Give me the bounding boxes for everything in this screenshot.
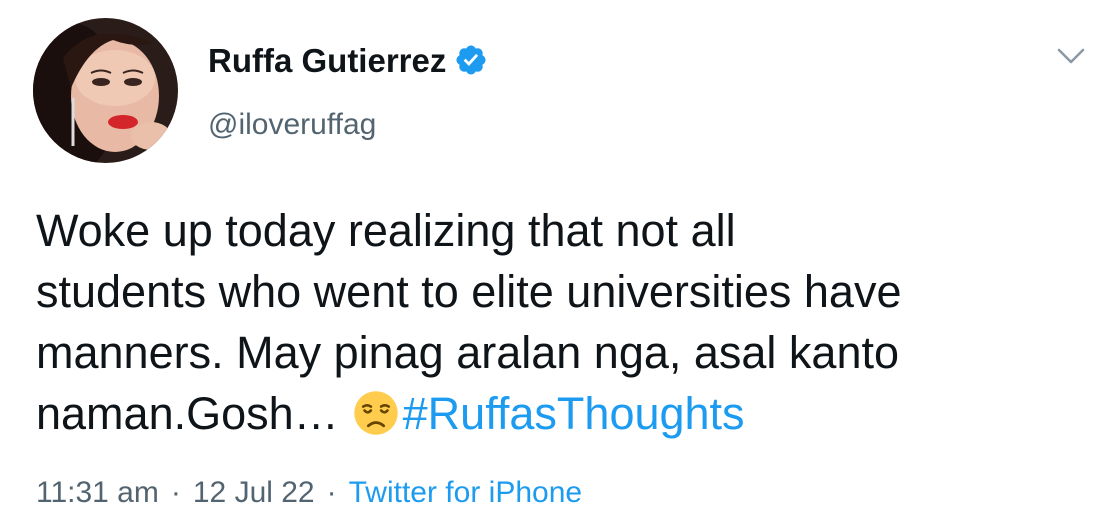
tweet-time[interactable]: 11:31 am bbox=[36, 476, 159, 509]
meta-separator: · bbox=[170, 476, 181, 509]
tweet-metadata: 11:31 am · 12 Jul 22 · Twitter for iPhone bbox=[36, 475, 582, 511]
tweet-text-last-line: naman.Gosh… #RuffasThoughts bbox=[36, 383, 1096, 444]
avatar-image bbox=[33, 18, 178, 163]
verified-badge-icon bbox=[456, 45, 486, 75]
display-name-text: Ruffa Gutierrez bbox=[208, 42, 447, 79]
chevron-down-icon[interactable] bbox=[1056, 45, 1086, 67]
tweet-text-line: students who went to elite universities … bbox=[36, 266, 902, 317]
meta-separator: · bbox=[326, 476, 337, 509]
tweet-source-link[interactable]: Twitter for iPhone bbox=[349, 476, 582, 509]
tweet-text-line: naman.Gosh… bbox=[36, 388, 339, 439]
avatar[interactable] bbox=[33, 18, 178, 163]
tweet-card: Ruffa Gutierrez @iloveruffag Woke up tod… bbox=[0, 0, 1120, 527]
disappointed-face-emoji-icon bbox=[353, 391, 398, 435]
tweet-date[interactable]: 12 Jul 22 bbox=[193, 476, 315, 509]
hashtag-link[interactable]: #RuffasThoughts bbox=[403, 388, 745, 439]
tweet-text-line: Woke up today realizing that not all bbox=[36, 205, 736, 256]
username-handle[interactable]: @iloveruffag bbox=[208, 107, 376, 143]
tweet-text: Woke up today realizing that not all stu… bbox=[36, 200, 1096, 444]
display-name[interactable]: Ruffa Gutierrez bbox=[208, 41, 488, 81]
tweet-text-line: manners. May pinag aralan nga, asal kant… bbox=[36, 327, 900, 378]
